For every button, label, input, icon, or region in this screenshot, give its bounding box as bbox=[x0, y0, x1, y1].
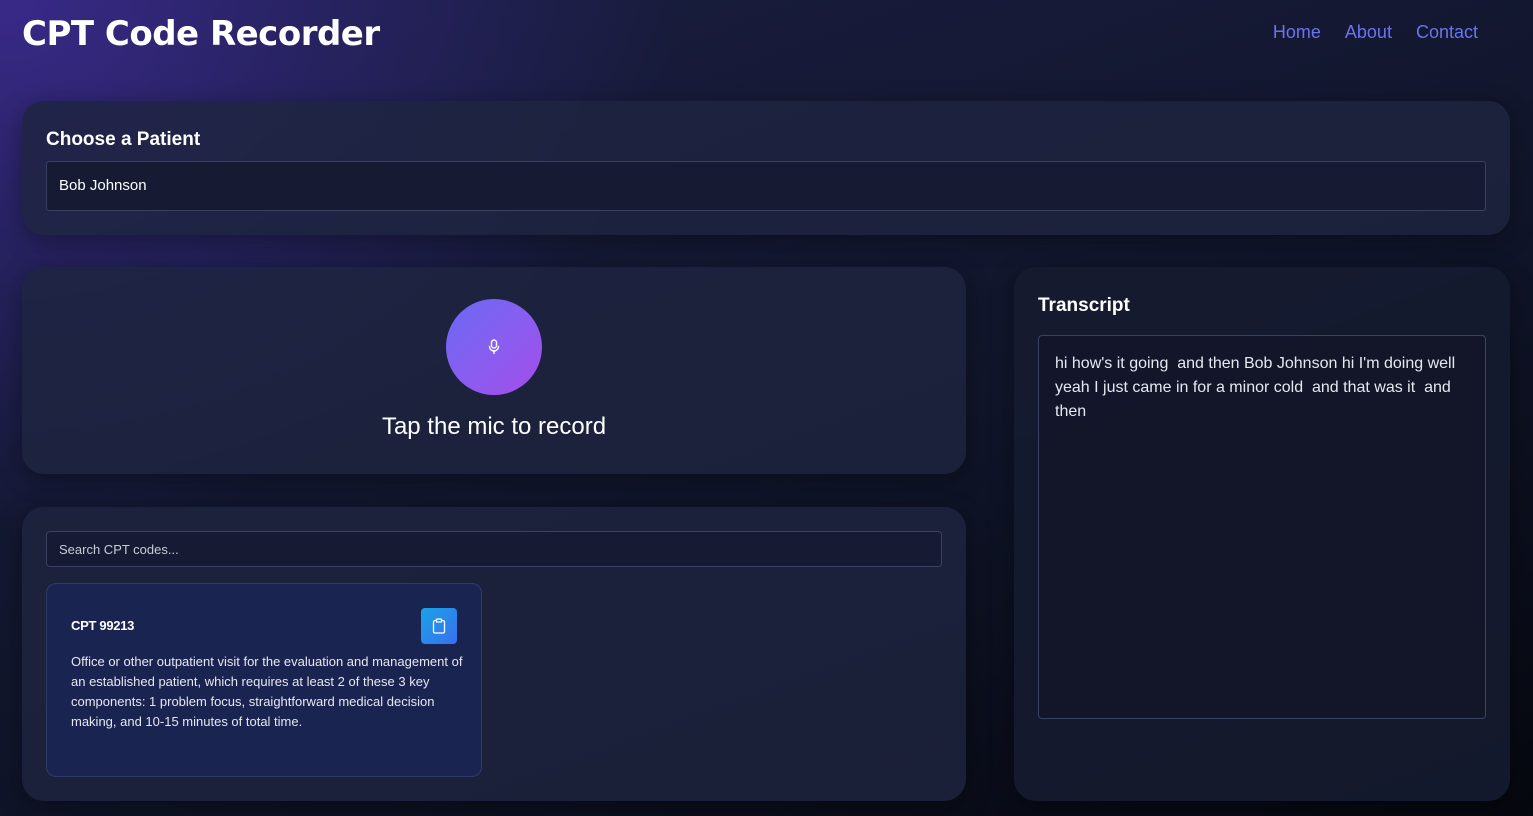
recorder-card: Tap the mic to record bbox=[22, 267, 966, 474]
copy-code-button[interactable] bbox=[421, 608, 457, 644]
transcript-heading: Transcript bbox=[1038, 295, 1130, 316]
record-button[interactable] bbox=[446, 299, 542, 395]
app-title: CPT Code Recorder bbox=[22, 14, 380, 54]
clipboard-icon bbox=[432, 618, 446, 634]
record-hint: Tap the mic to record bbox=[381, 413, 607, 440]
cpt-code-description: Office or other outpatient visit for the… bbox=[71, 654, 463, 729]
nav-link-about[interactable]: About bbox=[1345, 22, 1392, 43]
microphone-icon bbox=[488, 339, 500, 355]
cpt-code-title: CPT 99213 bbox=[71, 618, 135, 633]
nav-link-contact[interactable]: Contact bbox=[1416, 22, 1478, 43]
patient-card: Choose a Patient Bob Johnson bbox=[22, 101, 1510, 235]
cpt-codes-card: CPT 99213 Office or other outpatient vis… bbox=[22, 507, 966, 801]
cpt-code-item: CPT 99213 Office or other outpatient vis… bbox=[46, 583, 482, 777]
nav-link-home[interactable]: Home bbox=[1273, 22, 1321, 43]
patient-select[interactable]: Bob Johnson bbox=[46, 161, 1486, 211]
transcript-textarea[interactable]: hi how's it going and then Bob Johnson h… bbox=[1038, 335, 1486, 719]
patient-heading: Choose a Patient bbox=[46, 129, 201, 150]
transcript-card: Transcript hi how's it going and then Bo… bbox=[1014, 267, 1510, 801]
cpt-search-input[interactable] bbox=[46, 531, 942, 567]
top-nav: Home About Contact bbox=[1273, 22, 1478, 43]
app-header: CPT Code Recorder Home About Contact bbox=[0, 0, 1533, 72]
